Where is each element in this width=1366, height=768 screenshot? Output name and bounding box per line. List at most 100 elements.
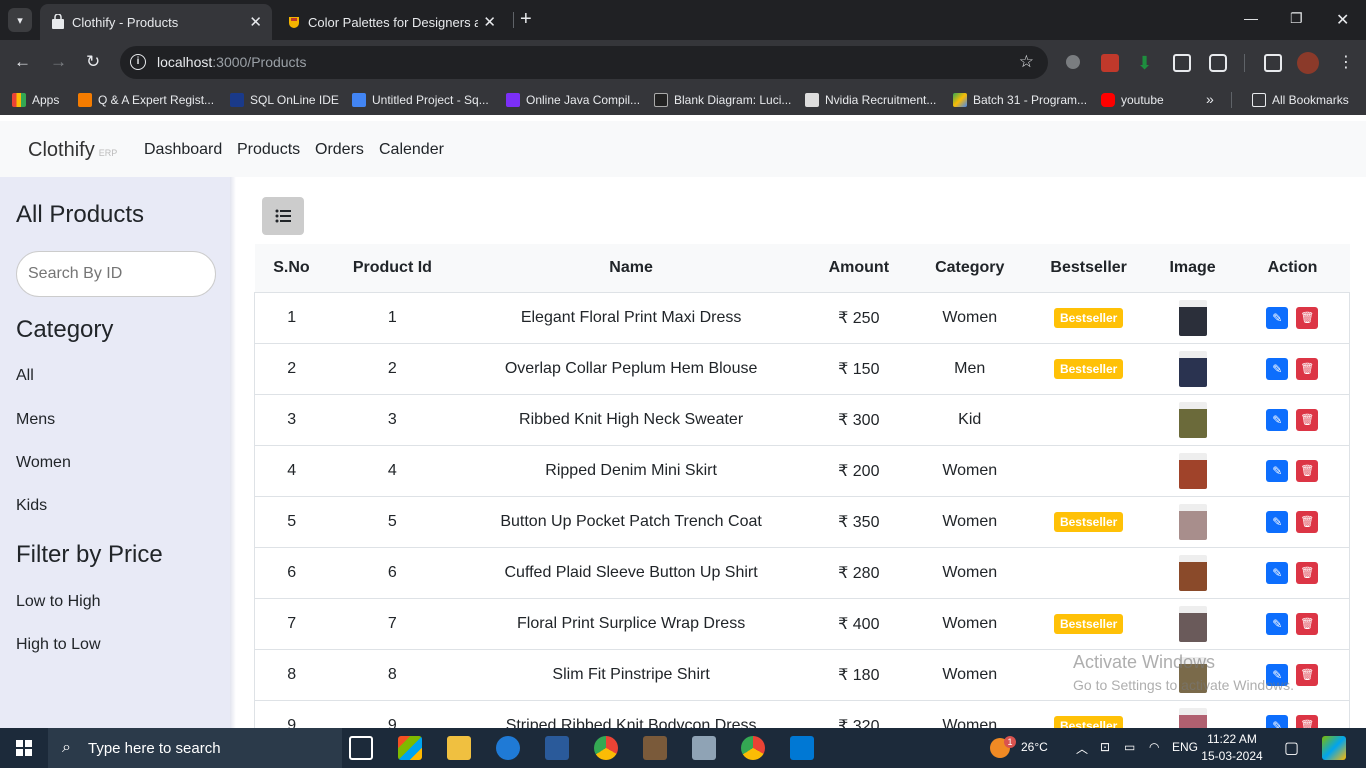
edit-pencil-icon[interactable]: ✎ bbox=[1266, 357, 1289, 380]
file-explorer-icon[interactable] bbox=[447, 736, 471, 760]
bookmark-youtube[interactable]: youtube bbox=[1101, 93, 1164, 107]
nav-calender[interactable]: Calender bbox=[379, 141, 444, 159]
browser-menu-icon[interactable]: ⋮ bbox=[1338, 54, 1356, 72]
delete-trash-icon[interactable]: 🗑 bbox=[1296, 306, 1319, 329]
product-thumbnail[interactable] bbox=[1178, 605, 1207, 642]
bookmark-untitled-project[interactable]: Untitled Project - Sq... bbox=[352, 93, 489, 107]
cell-sno: 5 bbox=[254, 495, 329, 547]
delete-trash-icon[interactable]: 🗑 bbox=[1296, 357, 1319, 380]
restore-icon[interactable]: ❐ bbox=[1290, 10, 1303, 27]
product-thumbnail[interactable] bbox=[1178, 554, 1207, 591]
more-bookmarks-icon[interactable]: » bbox=[1206, 91, 1214, 107]
edit-pencil-icon[interactable]: ✎ bbox=[1266, 612, 1289, 635]
nav-products[interactable]: Products bbox=[237, 141, 300, 159]
delete-trash-icon[interactable]: 🗑 bbox=[1296, 510, 1319, 533]
price-high-to-low[interactable]: High to Low bbox=[16, 636, 101, 654]
cell-sno: 4 bbox=[254, 444, 329, 496]
task-view-icon[interactable] bbox=[349, 736, 373, 760]
edge-browser-icon[interactable] bbox=[496, 736, 520, 760]
page-title: All Products bbox=[16, 201, 145, 228]
chrome-icon[interactable] bbox=[594, 736, 618, 760]
app-icon-3[interactable] bbox=[692, 736, 716, 760]
notification-icon[interactable]: ▢ bbox=[1284, 738, 1299, 758]
sidebar: All Products Category All Mens Women Kid… bbox=[0, 177, 230, 728]
product-thumbnail[interactable] bbox=[1178, 401, 1207, 438]
bookmark-star-icon[interactable]: ☆ bbox=[1019, 52, 1034, 72]
clock[interactable]: 11:22 AM 15-03-2024 bbox=[1200, 731, 1264, 765]
extension-red-icon[interactable] bbox=[1101, 54, 1119, 72]
bookmark-qa-expert[interactable]: Q & A Expert Regist... bbox=[78, 93, 214, 107]
delete-trash-icon[interactable]: 🗑 bbox=[1296, 561, 1319, 584]
cell-category: Women bbox=[911, 291, 1028, 343]
minimize-icon[interactable]: — bbox=[1244, 10, 1258, 26]
product-thumbnail[interactable] bbox=[1178, 350, 1207, 387]
vscode-icon[interactable] bbox=[790, 736, 814, 760]
close-tab-icon[interactable]: ✕ bbox=[483, 13, 496, 31]
extension-dot-icon[interactable] bbox=[1066, 55, 1080, 69]
temperature-text[interactable]: 26°C bbox=[1021, 740, 1048, 754]
bookmark-sql-online-ide[interactable]: SQL OnLine IDE bbox=[230, 93, 339, 107]
price-low-to-high[interactable]: Low to High bbox=[16, 593, 101, 611]
app-icon-2[interactable] bbox=[643, 736, 667, 760]
windows-start-icon[interactable] bbox=[16, 740, 32, 756]
category-kids[interactable]: Kids bbox=[16, 497, 47, 515]
category-all[interactable]: All bbox=[16, 367, 34, 385]
battery-icon[interactable]: ▭ bbox=[1124, 740, 1135, 754]
list-view-toggle-button[interactable] bbox=[262, 197, 304, 235]
table-row: 1 1 Elegant Floral Print Maxi Dress ₹ 250 Wo… bbox=[254, 291, 1350, 343]
app-icon[interactable] bbox=[545, 736, 569, 760]
address-bar[interactable]: i localhost:3000/Products ☆ bbox=[120, 46, 1048, 79]
extensions-puzzle-icon[interactable] bbox=[1209, 54, 1227, 72]
chrome-active-icon[interactable] bbox=[741, 736, 765, 760]
edit-pencil-icon[interactable]: ✎ bbox=[1266, 408, 1289, 431]
search-by-id-input[interactable] bbox=[16, 251, 216, 297]
category-women[interactable]: Women bbox=[16, 454, 71, 472]
download-arrow-icon[interactable]: ⬇ bbox=[1137, 54, 1155, 72]
product-thumbnail[interactable] bbox=[1178, 299, 1207, 336]
profile-avatar[interactable] bbox=[1297, 52, 1319, 74]
cell-product-id: 1 bbox=[328, 291, 457, 343]
side-panel-icon[interactable] bbox=[1264, 54, 1282, 72]
delete-trash-icon[interactable]: 🗑 bbox=[1296, 612, 1319, 635]
delete-trash-icon[interactable]: 🗑 bbox=[1296, 408, 1319, 431]
tab-clothify-products[interactable]: Clothify - Products ✕ bbox=[40, 4, 272, 40]
product-thumbnail[interactable] bbox=[1178, 503, 1207, 540]
copilot-icon[interactable] bbox=[1322, 736, 1346, 760]
bookmark-online-java-compiler[interactable]: Online Java Compil... bbox=[506, 93, 640, 107]
chevron-up-icon[interactable]: ︿ bbox=[1076, 740, 1088, 757]
bookmark-nvidia-recruitment[interactable]: Nvidia Recruitment... bbox=[805, 93, 936, 107]
edit-pencil-icon[interactable]: ✎ bbox=[1266, 459, 1289, 482]
bookmark-blank-diagram[interactable]: Blank Diagram: Luci... bbox=[654, 93, 791, 107]
reload-icon[interactable]: ↻ bbox=[86, 52, 100, 72]
main-content: S.No Product Id Name Amount Category Bes… bbox=[236, 177, 1366, 751]
edit-pencil-icon[interactable]: ✎ bbox=[1266, 510, 1289, 533]
edit-pencil-icon[interactable]: ✎ bbox=[1266, 306, 1289, 329]
microsoft-store-icon[interactable] bbox=[398, 736, 422, 760]
site-info-icon[interactable]: i bbox=[130, 54, 146, 70]
close-tab-icon[interactable]: ✕ bbox=[249, 13, 262, 31]
brand-logo[interactable]: Clothify ERP bbox=[28, 139, 117, 162]
wifi-icon[interactable]: ◠ bbox=[1149, 740, 1159, 754]
cell-action: ✎ 🗑 bbox=[1235, 495, 1350, 547]
nav-orders[interactable]: Orders bbox=[315, 141, 364, 159]
tab-search-icon[interactable]: ▾ bbox=[8, 8, 32, 32]
extension-window-icon[interactable] bbox=[1173, 54, 1191, 72]
all-bookmarks-folder[interactable]: All Bookmarks bbox=[1252, 93, 1349, 107]
forward-icon[interactable]: → bbox=[50, 52, 67, 72]
new-tab-icon[interactable]: + bbox=[520, 8, 532, 31]
language-indicator[interactable]: ENG bbox=[1172, 740, 1198, 754]
product-thumbnail[interactable] bbox=[1178, 452, 1207, 489]
network-icon[interactable]: ⊡ bbox=[1100, 740, 1110, 754]
category-mens[interactable]: Mens bbox=[16, 411, 55, 429]
delete-trash-icon[interactable]: 🗑 bbox=[1296, 663, 1319, 686]
taskbar-search-box[interactable]: ⌕ Type here to search bbox=[48, 728, 342, 768]
bookmark-apps[interactable]: Apps bbox=[12, 93, 59, 107]
delete-trash-icon[interactable]: 🗑 bbox=[1296, 459, 1319, 482]
nav-dashboard[interactable]: Dashboard bbox=[144, 141, 222, 159]
back-icon[interactable]: ← bbox=[14, 52, 31, 72]
bookmark-batch-31[interactable]: Batch 31 - Program... bbox=[953, 93, 1087, 107]
edit-pencil-icon[interactable]: ✎ bbox=[1266, 561, 1289, 584]
close-window-icon[interactable]: ✕ bbox=[1336, 10, 1349, 30]
tab-title: Clothify - Products bbox=[72, 14, 179, 30]
tab-color-palettes[interactable]: Color Palettes for Designers and ✕ bbox=[276, 4, 506, 40]
